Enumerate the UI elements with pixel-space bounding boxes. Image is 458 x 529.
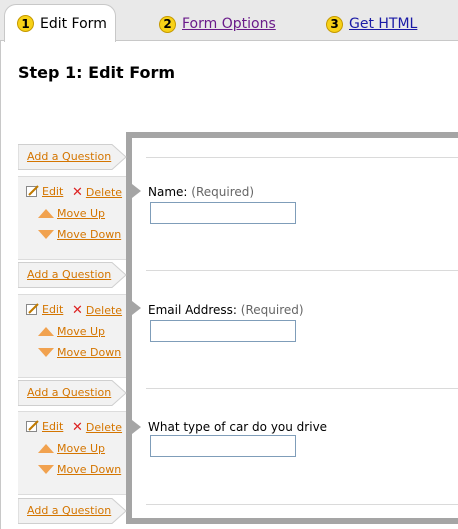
edit-link[interactable]: Edit [42,420,63,433]
field-pointer-icon [132,301,141,315]
move-up-link[interactable]: Move Up [57,207,105,220]
question-separator [146,504,458,505]
arrow-up-icon [38,209,54,218]
tab-form-options[interactable]: 2 Form Options [159,6,276,42]
move-down-action[interactable]: Move Down [38,346,121,359]
add-question-link[interactable]: Add a Question [27,386,111,399]
pencil-icon [26,185,39,197]
move-down-link[interactable]: Move Down [57,463,121,476]
required-note: (Required) [240,303,304,317]
field-label-text: Email Address: [148,303,237,317]
move-up-link[interactable]: Move Up [57,442,105,455]
move-down-action[interactable]: Move Down [38,228,121,241]
add-question-link[interactable]: Add a Question [27,150,111,163]
edit-link[interactable]: Edit [42,303,63,316]
delete-link[interactable]: Delete [86,421,122,434]
field-label-car: What type of car do you drive [148,420,327,434]
x-icon: ✕ [72,185,83,200]
tab-link[interactable]: Form Options [182,16,276,32]
edit-link[interactable]: Edit [42,185,63,198]
tab-label: Edit Form [40,15,107,32]
edit-action[interactable]: Edit [26,303,63,316]
add-question-row: Add a Question [18,262,127,288]
arrow-down-icon [38,348,54,357]
edit-action[interactable]: Edit [26,420,63,433]
delete-link[interactable]: Delete [86,304,122,317]
question-controls: Add a Question Edit ✕ Delete Move Up Mov… [0,0,128,529]
x-icon: ✕ [72,420,83,435]
step-number-badge: 3 [326,15,343,33]
tab-link[interactable]: Get HTML [349,16,417,32]
add-question-row: Add a Question [18,144,127,170]
required-note: (Required) [191,185,255,199]
delete-action[interactable]: ✕ Delete [72,303,122,318]
email-input[interactable] [150,320,296,342]
tab-edit-form[interactable]: 1 Edit Form [4,4,116,42]
name-input[interactable] [150,202,296,224]
move-up-action[interactable]: Move Up [38,442,105,455]
x-icon: ✕ [72,303,83,318]
question-control-block: Edit ✕ Delete Move Up Move Down [18,176,126,260]
car-input[interactable] [150,435,296,457]
field-label-name: Name: (Required) [148,185,254,199]
arrow-down-icon [38,465,54,474]
arrow-down-icon [38,230,54,239]
step-number-badge: 2 [159,15,176,33]
delete-link[interactable]: Delete [86,186,122,199]
move-down-link[interactable]: Move Down [57,346,121,359]
field-label-text: Name: [148,185,188,199]
move-down-link[interactable]: Move Down [57,228,121,241]
tab-get-html[interactable]: 3 Get HTML [326,6,417,42]
add-question-row: Add a Question [18,498,127,524]
move-up-action[interactable]: Move Up [38,325,105,338]
question-control-block: Edit ✕ Delete Move Up Move Down [18,411,126,495]
add-question-row: Add a Question [18,380,127,406]
field-label-text: What type of car do you drive [148,420,328,434]
pencil-icon [26,303,39,315]
delete-action[interactable]: ✕ Delete [72,420,122,435]
add-question-link[interactable]: Add a Question [27,504,111,517]
move-up-action[interactable]: Move Up [38,207,105,220]
field-label-email: Email Address: (Required) [148,303,304,317]
tab-bar: 1 Edit Form 2 Form Options 3 Get HTML [0,0,458,42]
edit-action[interactable]: Edit [26,185,63,198]
move-down-action[interactable]: Move Down [38,463,121,476]
delete-action[interactable]: ✕ Delete [72,185,122,200]
arrow-up-icon [38,444,54,453]
step-number-badge: 1 [17,15,34,32]
pencil-icon [26,420,39,432]
move-up-link[interactable]: Move Up [57,325,105,338]
question-control-block: Edit ✕ Delete Move Up Move Down [18,294,126,378]
question-separator [146,388,458,389]
question-separator [146,157,458,158]
field-pointer-icon [132,420,141,434]
question-separator [146,270,458,271]
field-pointer-icon [132,184,141,198]
arrow-up-icon [38,327,54,336]
add-question-link[interactable]: Add a Question [27,268,111,281]
